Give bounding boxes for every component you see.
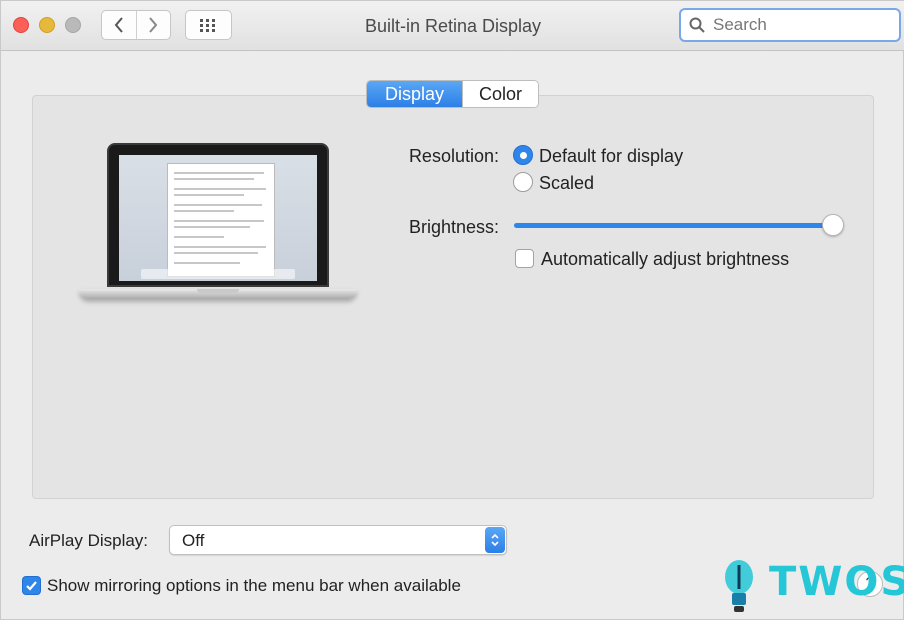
mirroring-options-checkbox[interactable] (22, 576, 41, 595)
airplay-display-select[interactable]: Off (169, 525, 507, 555)
laptop-lid (107, 143, 329, 287)
system-preferences-window: Built-in Retina Display Search Display C… (0, 0, 904, 620)
checkmark-icon (26, 581, 37, 591)
lightbulb-logo-icon (725, 560, 753, 612)
brightness-slider-track[interactable] (514, 223, 832, 228)
document-thumbnail (167, 163, 275, 277)
laptop-screen (119, 155, 317, 281)
brightness-label: Brightness: (408, 217, 499, 237)
radio-scaled[interactable] (513, 172, 533, 192)
magnifier-icon (689, 17, 705, 33)
tab-color[interactable]: Color (462, 81, 538, 107)
twos-watermark: TWOS (719, 555, 904, 615)
updown-chevron-icon (485, 527, 505, 553)
search-placeholder: Search (713, 15, 767, 34)
search-field[interactable]: Search (679, 8, 901, 42)
auto-brightness-checkbox[interactable] (515, 249, 534, 268)
watermark-text: TWOS (769, 559, 904, 605)
option-scaled-label[interactable]: Scaled (539, 173, 594, 194)
laptop-notch (197, 289, 239, 293)
airplay-display-label: AirPlay Display: (29, 531, 149, 550)
mirroring-options-label[interactable]: Show mirroring options in the menu bar w… (47, 576, 461, 596)
dock-thumbnail (141, 269, 295, 279)
airplay-display-value: Off (182, 531, 205, 550)
brightness-slider-knob[interactable] (822, 214, 844, 236)
auto-brightness-label[interactable]: Automatically adjust brightness (541, 249, 789, 270)
tab-bar: Display Color (366, 80, 539, 108)
radio-default-for-display[interactable] (513, 145, 533, 165)
laptop-illustration (79, 143, 359, 318)
title-bar: Built-in Retina Display Search (1, 1, 904, 51)
resolution-label: Resolution: (408, 146, 499, 166)
option-default-for-display-label[interactable]: Default for display (539, 146, 683, 167)
tab-display[interactable]: Display (367, 81, 462, 107)
